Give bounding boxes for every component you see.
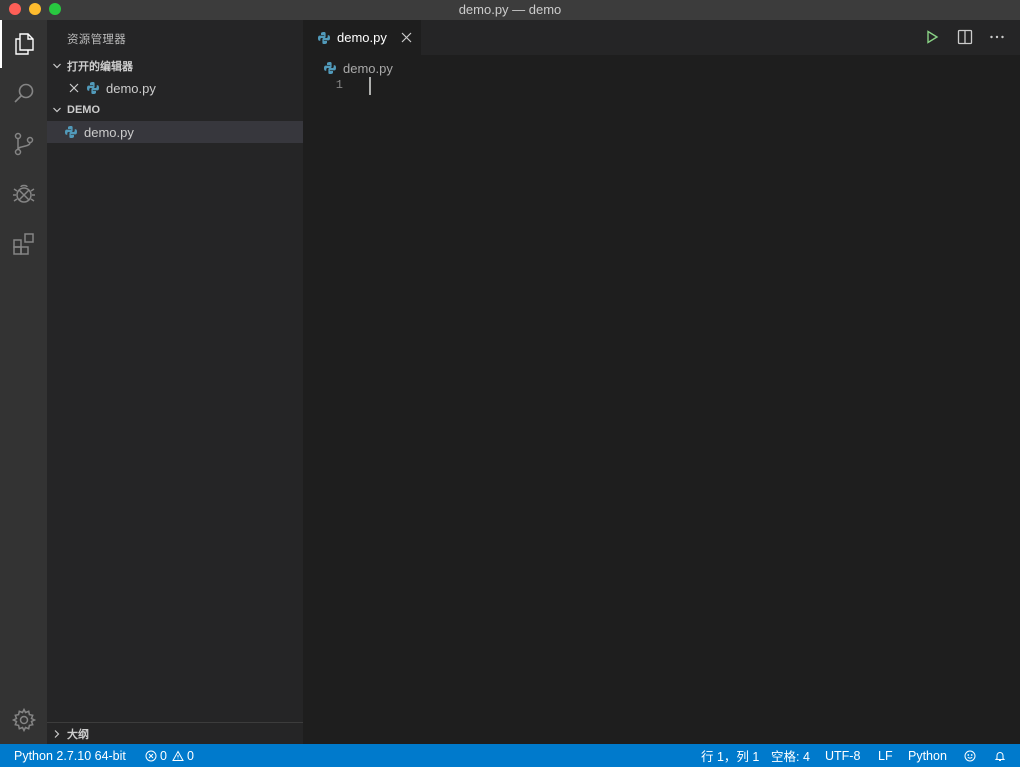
- breadcrumb-filename: demo.py: [343, 60, 393, 76]
- chevron-right-icon: [47, 729, 67, 739]
- debug-button[interactable]: [0, 170, 47, 218]
- editor-area: demo.py demo.py 1: [303, 20, 1020, 744]
- search-icon: [13, 83, 33, 103]
- feedback-button[interactable]: [964, 744, 979, 767]
- debug-icon: [12, 184, 35, 203]
- outline-section-header[interactable]: 大纲: [47, 722, 303, 744]
- more-actions-icon[interactable]: [988, 28, 1006, 46]
- open-editors-label: 打开的编辑器: [67, 61, 133, 73]
- folder-label: DEMO: [67, 104, 100, 116]
- activity-bar: [0, 20, 47, 744]
- open-editor-filename: demo.py: [106, 80, 156, 96]
- open-editor-item[interactable]: demo.py: [47, 77, 303, 99]
- smiley-icon: [964, 750, 976, 761]
- problems-status[interactable]: 0 0: [145, 744, 194, 767]
- run-icon[interactable]: [923, 28, 941, 46]
- open-editors-section-header[interactable]: 打开的编辑器: [47, 55, 303, 77]
- python-file-icon: [65, 126, 77, 138]
- python-file-icon: [324, 62, 336, 74]
- explorer-button[interactable]: [0, 20, 47, 68]
- search-button[interactable]: [0, 70, 47, 118]
- extensions-button[interactable]: [0, 220, 47, 268]
- title-bar: demo.py — demo: [0, 0, 1020, 20]
- breadcrumb[interactable]: demo.py: [323, 58, 393, 78]
- chevron-down-icon: [47, 105, 67, 115]
- encoding-status[interactable]: UTF-8: [825, 744, 860, 767]
- extensions-icon: [12, 233, 34, 255]
- language-mode-status[interactable]: Python: [908, 744, 947, 767]
- status-bar: Python 2.7.10 64-bit 0 0 行 1，列 1 空格: 4 U…: [0, 744, 1020, 767]
- error-count: 0: [160, 748, 167, 763]
- text-cursor: [369, 77, 371, 95]
- source-control-icon: [14, 132, 33, 156]
- folder-section-header[interactable]: DEMO: [47, 99, 303, 121]
- cursor-position-status[interactable]: 行 1，列 1: [701, 744, 759, 767]
- chevron-down-icon: [47, 61, 67, 71]
- file-tree-item[interactable]: demo.py: [47, 121, 303, 143]
- warning-count: 0: [186, 748, 194, 763]
- tab-label: demo.py: [337, 30, 387, 45]
- split-editor-icon[interactable]: [956, 28, 974, 46]
- python-interpreter-status[interactable]: Python 2.7.10 64-bit: [14, 744, 126, 767]
- files-icon: [14, 33, 34, 55]
- file-tree-filename: demo.py: [84, 124, 134, 140]
- tab-demo-py[interactable]: demo.py: [303, 20, 421, 55]
- close-icon[interactable]: [68, 82, 80, 94]
- sidebar-title: 资源管理器: [67, 34, 126, 46]
- tabs-bar: demo.py: [303, 20, 1020, 55]
- warning-icon: [172, 749, 184, 761]
- python-file-icon: [318, 31, 330, 44]
- gear-icon: [11, 707, 36, 733]
- notifications-button[interactable]: [994, 744, 1009, 767]
- python-file-icon: [87, 82, 99, 94]
- source-control-button[interactable]: [0, 120, 47, 168]
- bell-icon: [994, 751, 1006, 761]
- settings-button[interactable]: [0, 696, 47, 744]
- outline-label: 大纲: [67, 728, 89, 741]
- error-icon: [145, 750, 157, 761]
- window-title: demo.py — demo: [458, 2, 562, 17]
- eol-status[interactable]: LF: [878, 744, 893, 767]
- explorer-sidebar: 资源管理器 打开的编辑器 demo.py DEMO demo.py 大纲: [47, 20, 303, 744]
- indentation-status[interactable]: 空格: 4: [771, 744, 810, 767]
- line-number: 1: [335, 78, 343, 92]
- close-icon[interactable]: [400, 31, 413, 44]
